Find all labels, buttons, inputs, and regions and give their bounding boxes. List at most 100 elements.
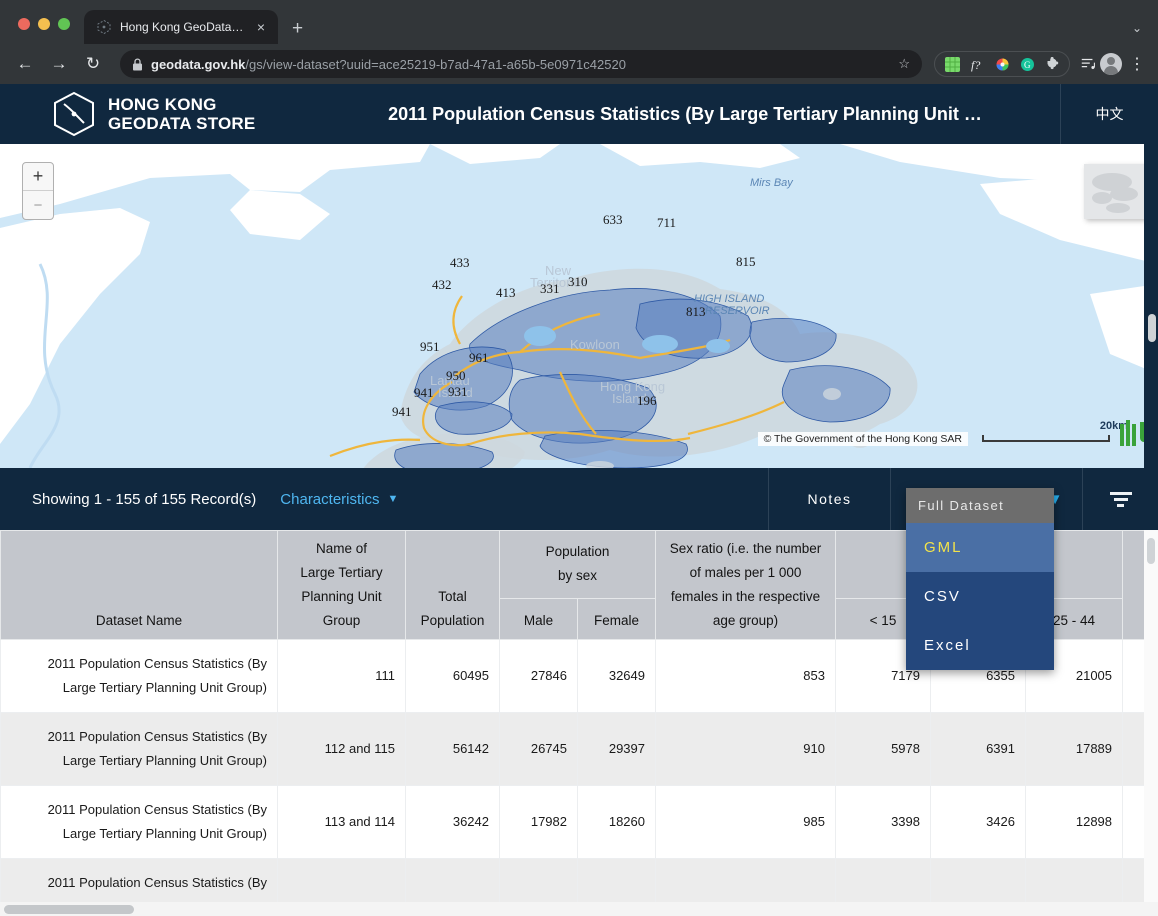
url-domain: geodata.gov.hk <box>151 57 245 72</box>
grammarly-extension-icon[interactable]: G <box>1019 56 1035 72</box>
cell-unit-group: 113 and 114 <box>278 786 406 859</box>
map-unit-label: 941 <box>392 404 412 420</box>
cell-age-25-44: 17889 <box>1026 713 1123 786</box>
grid-extension-icon[interactable] <box>944 56 960 72</box>
filter-button[interactable] <box>1082 468 1158 530</box>
language-toggle-button[interactable]: 中文 <box>1060 84 1158 144</box>
chevron-down-icon[interactable]: ⌄ <box>1132 21 1142 35</box>
brand-line-2: GEODATA STORE <box>108 114 255 133</box>
cell-spacer <box>1123 713 1145 786</box>
chevron-down-icon: ▼ <box>388 493 399 505</box>
map-unit-label: 815 <box>736 254 756 270</box>
new-tab-button[interactable]: + <box>292 19 303 38</box>
map-water-label: HIGH ISLAND <box>694 293 764 305</box>
map-unit-label: 941 <box>414 385 434 401</box>
tab-title: Hong Kong GeoData Store <box>120 20 244 34</box>
map-attribution: © The Government of the Hong Kong SAR <box>758 432 968 446</box>
forward-button[interactable]: → <box>44 49 74 79</box>
extensions-group: f? G <box>934 51 1070 77</box>
address-bar[interactable]: geodata.gov.hk/gs/view-dataset?uuid=ace2… <box>120 50 922 78</box>
map-water-label: Mirs Bay <box>750 177 793 189</box>
cell-spacer <box>1123 640 1145 713</box>
function-extension-icon[interactable]: f? <box>969 56 985 72</box>
map-unit-label: 961 <box>469 350 489 366</box>
download-option-gml[interactable]: GML <box>906 523 1054 572</box>
cell-female: 29397 <box>578 713 656 786</box>
map-unit-label: 331 <box>540 281 560 297</box>
download-option-excel[interactable]: Excel <box>906 621 1054 670</box>
map-unit-label: 951 <box>420 339 440 355</box>
download-format-menu[interactable]: Full Dataset GML CSV Excel <box>906 488 1054 670</box>
characteristics-dropdown[interactable]: Characteristics ▼ <box>280 491 398 508</box>
cell-dataset-name: 2011 Population Census Statistics (By La… <box>1 640 278 713</box>
characteristics-label: Characteristics <box>280 491 379 508</box>
cell-age-25-44: 12898 <box>1026 786 1123 859</box>
back-button[interactable]: ← <box>10 49 40 79</box>
page-title: 2011 Population Census Statistics (By La… <box>330 104 1060 125</box>
overview-map-icon <box>1084 164 1146 219</box>
maximize-window-button[interactable] <box>58 18 70 30</box>
map-area-label: Kowloon <box>570 337 620 352</box>
map-scale-bar <box>982 435 1110 442</box>
map-unit-label: 633 <box>603 212 623 228</box>
map-unit-label: 432 <box>432 277 452 293</box>
table-vertical-scrollbar[interactable] <box>1144 530 1158 916</box>
map-unit-label: 950 <box>446 368 466 384</box>
col-total-population[interactable]: Total Population <box>406 531 500 640</box>
browser-menu-icon[interactable]: ⋮ <box>1126 54 1148 74</box>
cell-female: 32649 <box>578 640 656 713</box>
map-viewport[interactable]: + − © The Government of the Hong Kong SA… <box>0 144 1158 468</box>
browser-toolbar: ← → ↻ geodata.gov.hk/gs/view-dataset?uui… <box>0 44 1158 84</box>
site-favicon-icon <box>96 19 112 35</box>
map-unit-label: 711 <box>657 215 676 231</box>
notes-button[interactable]: Notes <box>768 468 890 530</box>
svg-text:G: G <box>1024 60 1031 70</box>
map-right-edge <box>1144 144 1158 468</box>
tab-close-icon[interactable]: × <box>252 20 270 34</box>
bookmark-star-icon[interactable]: ☆ <box>888 56 910 72</box>
puzzle-extension-icon[interactable] <box>1044 56 1060 72</box>
map-overview-thumbnail[interactable] <box>1084 164 1146 219</box>
brand-line-1: HONG KONG <box>108 95 255 114</box>
svg-text:f?: f? <box>971 58 980 72</box>
site-brand[interactable]: HONG KONG GEODATA STORE <box>0 91 330 137</box>
table-row[interactable]: 2011 Population Census Statistics (By La… <box>1 713 1145 786</box>
minimize-window-button[interactable] <box>38 18 50 30</box>
map-unit-label: 310 <box>568 274 588 290</box>
cell-dataset-name: 2011 Population Census Statistics (By La… <box>1 713 278 786</box>
download-menu-header: Full Dataset <box>906 488 1054 523</box>
cell-total-population: 36242 <box>406 786 500 859</box>
col-dataset-name[interactable]: Dataset Name <box>1 531 278 640</box>
profile-avatar[interactable] <box>1100 53 1122 75</box>
cell-spacer <box>1123 786 1145 859</box>
browser-tab[interactable]: Hong Kong GeoData Store × <box>84 10 278 44</box>
site-brand-text: HONG KONG GEODATA STORE <box>108 95 255 133</box>
download-option-csv[interactable]: CSV <box>906 572 1054 621</box>
color-picker-extension-icon[interactable] <box>994 56 1010 72</box>
site-header: HONG KONG GEODATA STORE 2011 Population … <box>0 84 1158 144</box>
reload-button[interactable]: ↻ <box>78 49 108 79</box>
zoom-in-button[interactable]: + <box>23 163 53 191</box>
close-window-button[interactable] <box>18 18 30 30</box>
map-unit-label: 196 <box>637 393 657 409</box>
col-sex-ratio[interactable]: Sex ratio (i.e. the number of males per … <box>656 531 836 640</box>
page-horizontal-scrollbar-thumb[interactable] <box>4 905 134 914</box>
cell-male: 17982 <box>500 786 578 859</box>
reading-list-icon[interactable] <box>1080 56 1096 72</box>
table-vertical-scrollbar-thumb[interactable] <box>1147 538 1155 564</box>
zoom-out-button[interactable]: − <box>23 191 53 219</box>
col-spacer <box>1123 531 1145 640</box>
map-unit-label: 413 <box>496 285 516 301</box>
lock-icon <box>132 58 143 71</box>
map-zoom-controls[interactable]: + − <box>22 162 54 220</box>
col-female[interactable]: Female <box>578 598 656 639</box>
filter-icon <box>1110 492 1132 507</box>
col-unit-group[interactable]: Name of Large Tertiary Planning Unit Gro… <box>278 531 406 640</box>
col-male[interactable]: Male <box>500 598 578 639</box>
map-scrollbar-thumb[interactable] <box>1148 314 1156 342</box>
cell-unit-group: 111 <box>278 640 406 713</box>
table-row[interactable]: 2011 Population Census Statistics (By La… <box>1 786 1145 859</box>
url-path: /gs/view-dataset?uuid=ace25219-b7ad-47a1… <box>245 57 626 72</box>
cell-male: 27846 <box>500 640 578 713</box>
page-horizontal-scrollbar[interactable] <box>0 902 1158 916</box>
